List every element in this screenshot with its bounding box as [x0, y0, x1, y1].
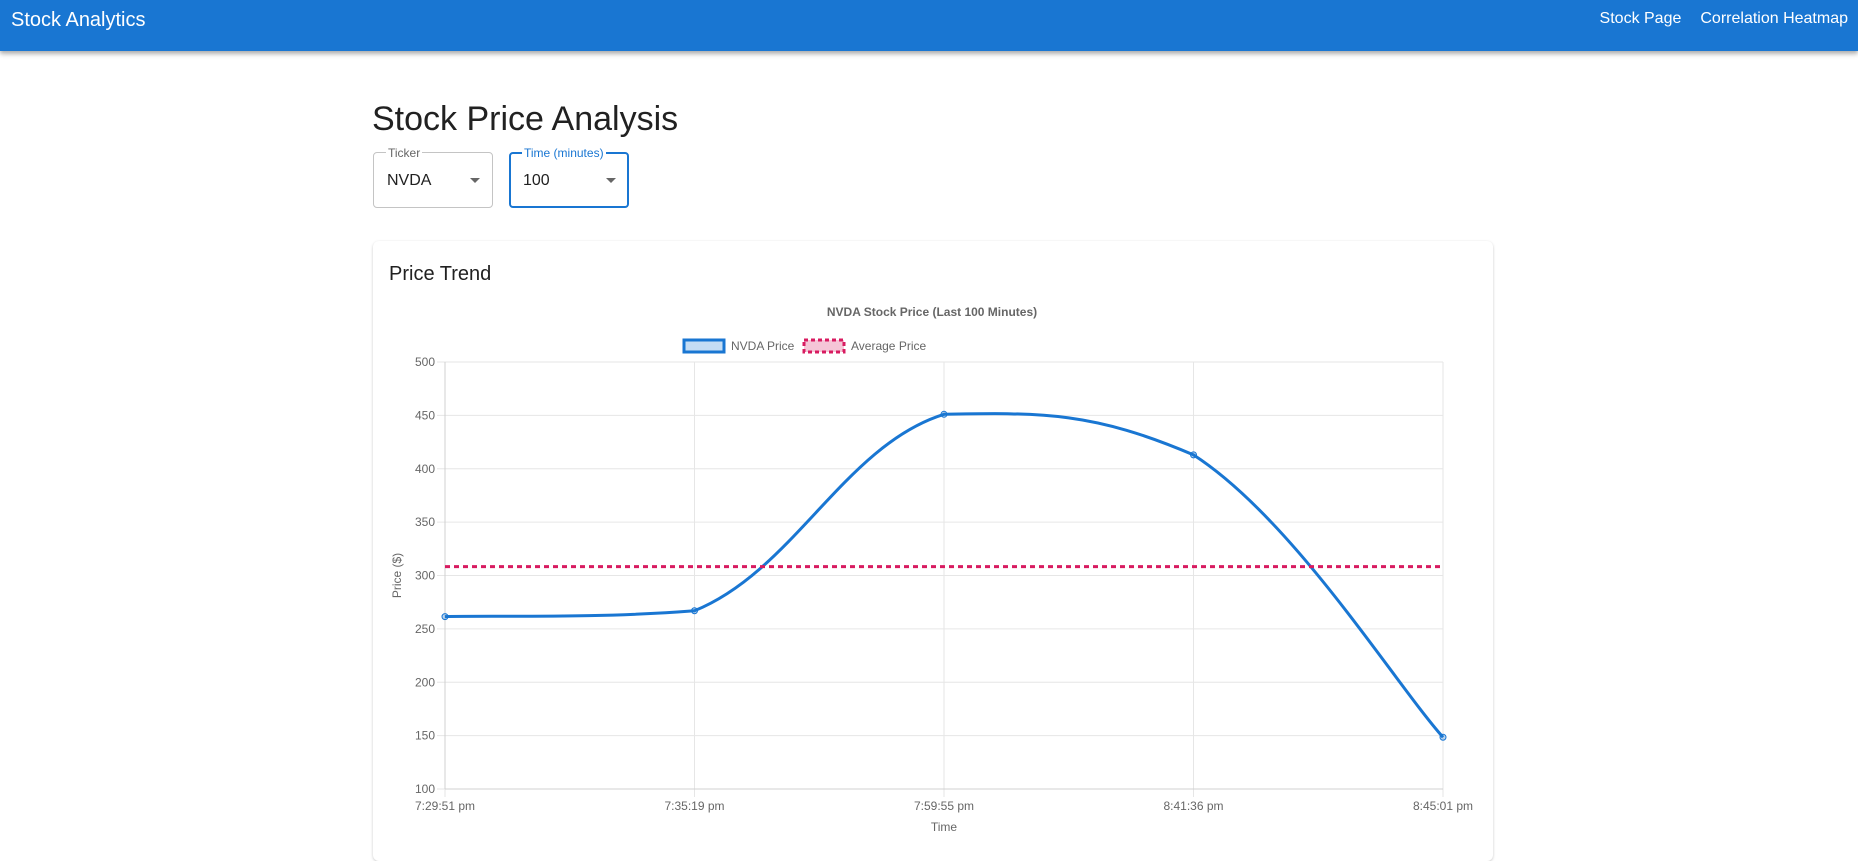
- ticker-label: Ticker: [386, 146, 423, 160]
- y-tick-label: 500: [415, 355, 435, 369]
- price-chart: NVDA Stock Price (Last 100 Minutes) NVDA …: [390, 305, 1473, 834]
- y-tick-label: 150: [415, 729, 435, 743]
- data-point: [691, 607, 698, 615]
- time-label: Time (minutes): [522, 146, 606, 160]
- x-tick-label: 7:59:55 pm: [914, 799, 974, 813]
- x-tick-label: 7:35:19 pm: [664, 799, 724, 813]
- x-tick-label: 7:29:51 pm: [415, 799, 475, 813]
- legend-label-1: NVDA Price: [731, 339, 795, 353]
- y-tick-label: 300: [415, 569, 435, 583]
- app-title: Stock Analytics: [11, 9, 146, 31]
- y-tick-label: 250: [415, 622, 435, 636]
- chart-title: NVDA Stock Price (Last 100 Minutes): [827, 305, 1037, 319]
- legend-label-2: Average Price: [851, 339, 926, 353]
- y-tick-label: 400: [415, 462, 435, 476]
- time-select[interactable]: Time (minutes) 100: [509, 146, 629, 208]
- top-nav: Stock Page Correlation Heatmap: [1591, 0, 1858, 38]
- y-tick-label: 100: [415, 782, 435, 796]
- page-title: Stock Price Analysis: [372, 100, 679, 138]
- y-tick-label: 350: [415, 515, 435, 529]
- nav-correlation-heatmap[interactable]: Correlation Heatmap: [1691, 9, 1857, 29]
- price-trend-card: Price Trend NVDA Stock Price (Last 100 M…: [373, 241, 1493, 861]
- chevron-down-icon: [470, 178, 480, 183]
- app-bar: Stock Analytics Stock Page Correlation H…: [0, 0, 1858, 51]
- data-point: [940, 410, 948, 418]
- x-tick-label: 8:45:01 pm: [1413, 799, 1473, 813]
- legend-swatch-1: [682, 338, 726, 354]
- data-point: [441, 613, 449, 621]
- chevron-down-icon: [606, 178, 616, 183]
- ticker-value: NVDA: [387, 172, 432, 189]
- data-point: [1439, 733, 1447, 741]
- data-point: [1190, 451, 1197, 459]
- x-axis-label: Time: [931, 820, 958, 834]
- y-tick-label: 200: [415, 675, 435, 689]
- nav-stock-page[interactable]: Stock Page: [1591, 9, 1691, 29]
- x-tick-label: 8:41:36 pm: [1163, 799, 1223, 813]
- y-axis-label: Price ($): [390, 553, 404, 598]
- legend-swatch-2: [802, 338, 846, 354]
- ticker-select[interactable]: Ticker NVDA: [373, 146, 493, 208]
- y-tick-label: 450: [415, 408, 435, 422]
- time-value: 100: [523, 172, 550, 189]
